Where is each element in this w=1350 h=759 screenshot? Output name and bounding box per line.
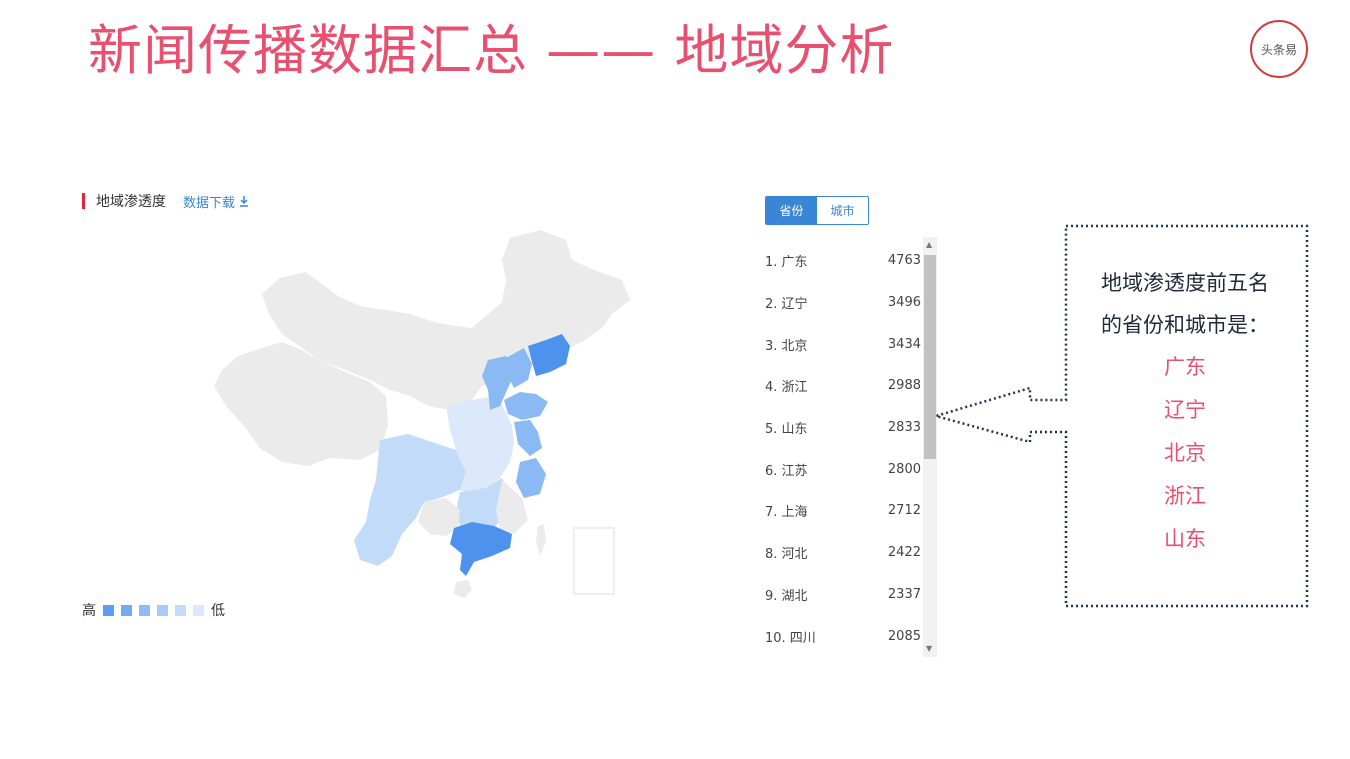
callout-item: 北京 bbox=[1164, 441, 1206, 465]
callout-line: 的省份和城市是： bbox=[1101, 313, 1269, 337]
callout-item: 辽宁 bbox=[1164, 398, 1206, 422]
callout-line: 地域渗透度前五名 bbox=[1101, 271, 1269, 295]
callout-item: 浙江 bbox=[1164, 484, 1206, 508]
callout-text: 地域渗透度前五名 的省份和城市是： 广东 辽宁 北京 浙江 山东 bbox=[1070, 262, 1300, 561]
callout-item: 山东 bbox=[1164, 527, 1206, 551]
callout-item: 广东 bbox=[1164, 355, 1206, 379]
